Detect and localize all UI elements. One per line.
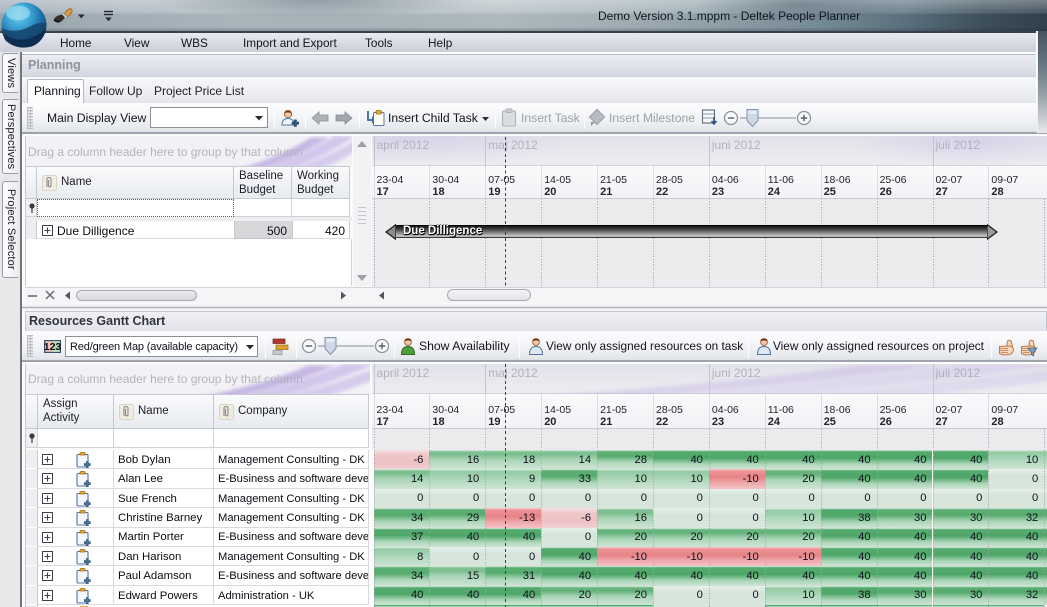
svg-text:123: 123	[44, 341, 61, 353]
